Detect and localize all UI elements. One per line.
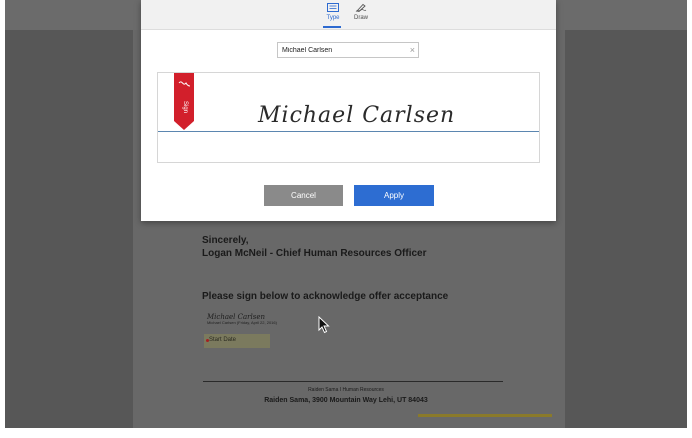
mouse-pointer-icon [318, 316, 330, 334]
active-tab-indicator [323, 26, 341, 28]
signature-preview-box: Sign Michael Carlsen [157, 72, 540, 163]
signature-dialog: Type Draw × Sign Michael Carlsen [141, 0, 556, 221]
tab-draw[interactable]: Draw [346, 3, 376, 21]
footer-address: Raiden Sama, 3900 Mountain Way Lehi, UT … [264, 397, 428, 404]
closing-signatory: Logan McNeil - Chief Human Resources Off… [202, 248, 427, 259]
signature-meta: Michael Carlsen (Friday, April 22, 2016) [207, 320, 277, 325]
tab-draw-label: Draw [353, 15, 368, 21]
tab-type[interactable]: Type [318, 3, 348, 21]
name-field[interactable]: × [277, 42, 419, 58]
closing-salutation: Sincerely, [202, 235, 249, 246]
cancel-button[interactable]: Cancel [264, 185, 343, 206]
footer-divider [203, 381, 503, 382]
start-date-label: Start Date [209, 337, 237, 343]
clear-icon[interactable]: × [410, 44, 415, 56]
letter-closing: Sincerely, Logan McNeil - Chief Human Re… [202, 234, 427, 260]
app-frame: Sincerely, Logan McNeil - Chief Human Re… [0, 0, 692, 438]
footer-department: Raiden Sama I Human Resources [308, 387, 384, 393]
keyboard-icon [327, 3, 339, 12]
apply-button[interactable]: Apply [354, 185, 434, 206]
highlight-bar [418, 414, 552, 417]
sign-here-flag-icon: Sign [174, 73, 194, 130]
start-date-field[interactable]: Start Date [204, 334, 270, 348]
sign-flag-label: Sign [182, 101, 188, 113]
pen-draw-icon [355, 3, 367, 12]
signature-baseline [158, 131, 539, 132]
signature-mode-tabs: Type Draw [141, 0, 556, 30]
acknowledge-heading: Please sign below to acknowledge offer a… [202, 291, 449, 302]
name-input[interactable] [282, 43, 402, 57]
signature-preview-text: Michael Carlsen [258, 103, 456, 128]
tab-type-label: Type [326, 15, 340, 21]
